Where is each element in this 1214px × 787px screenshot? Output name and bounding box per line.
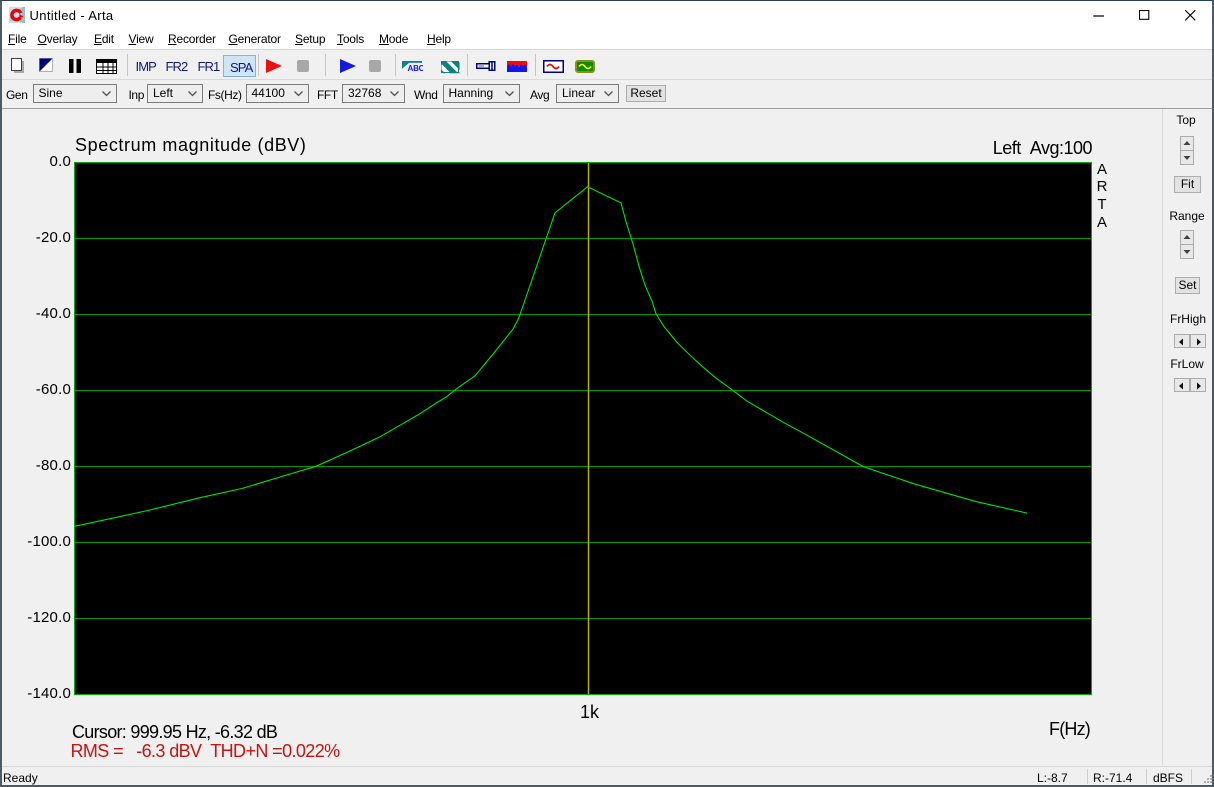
svg-text:ABC: ABC: [408, 64, 424, 72]
